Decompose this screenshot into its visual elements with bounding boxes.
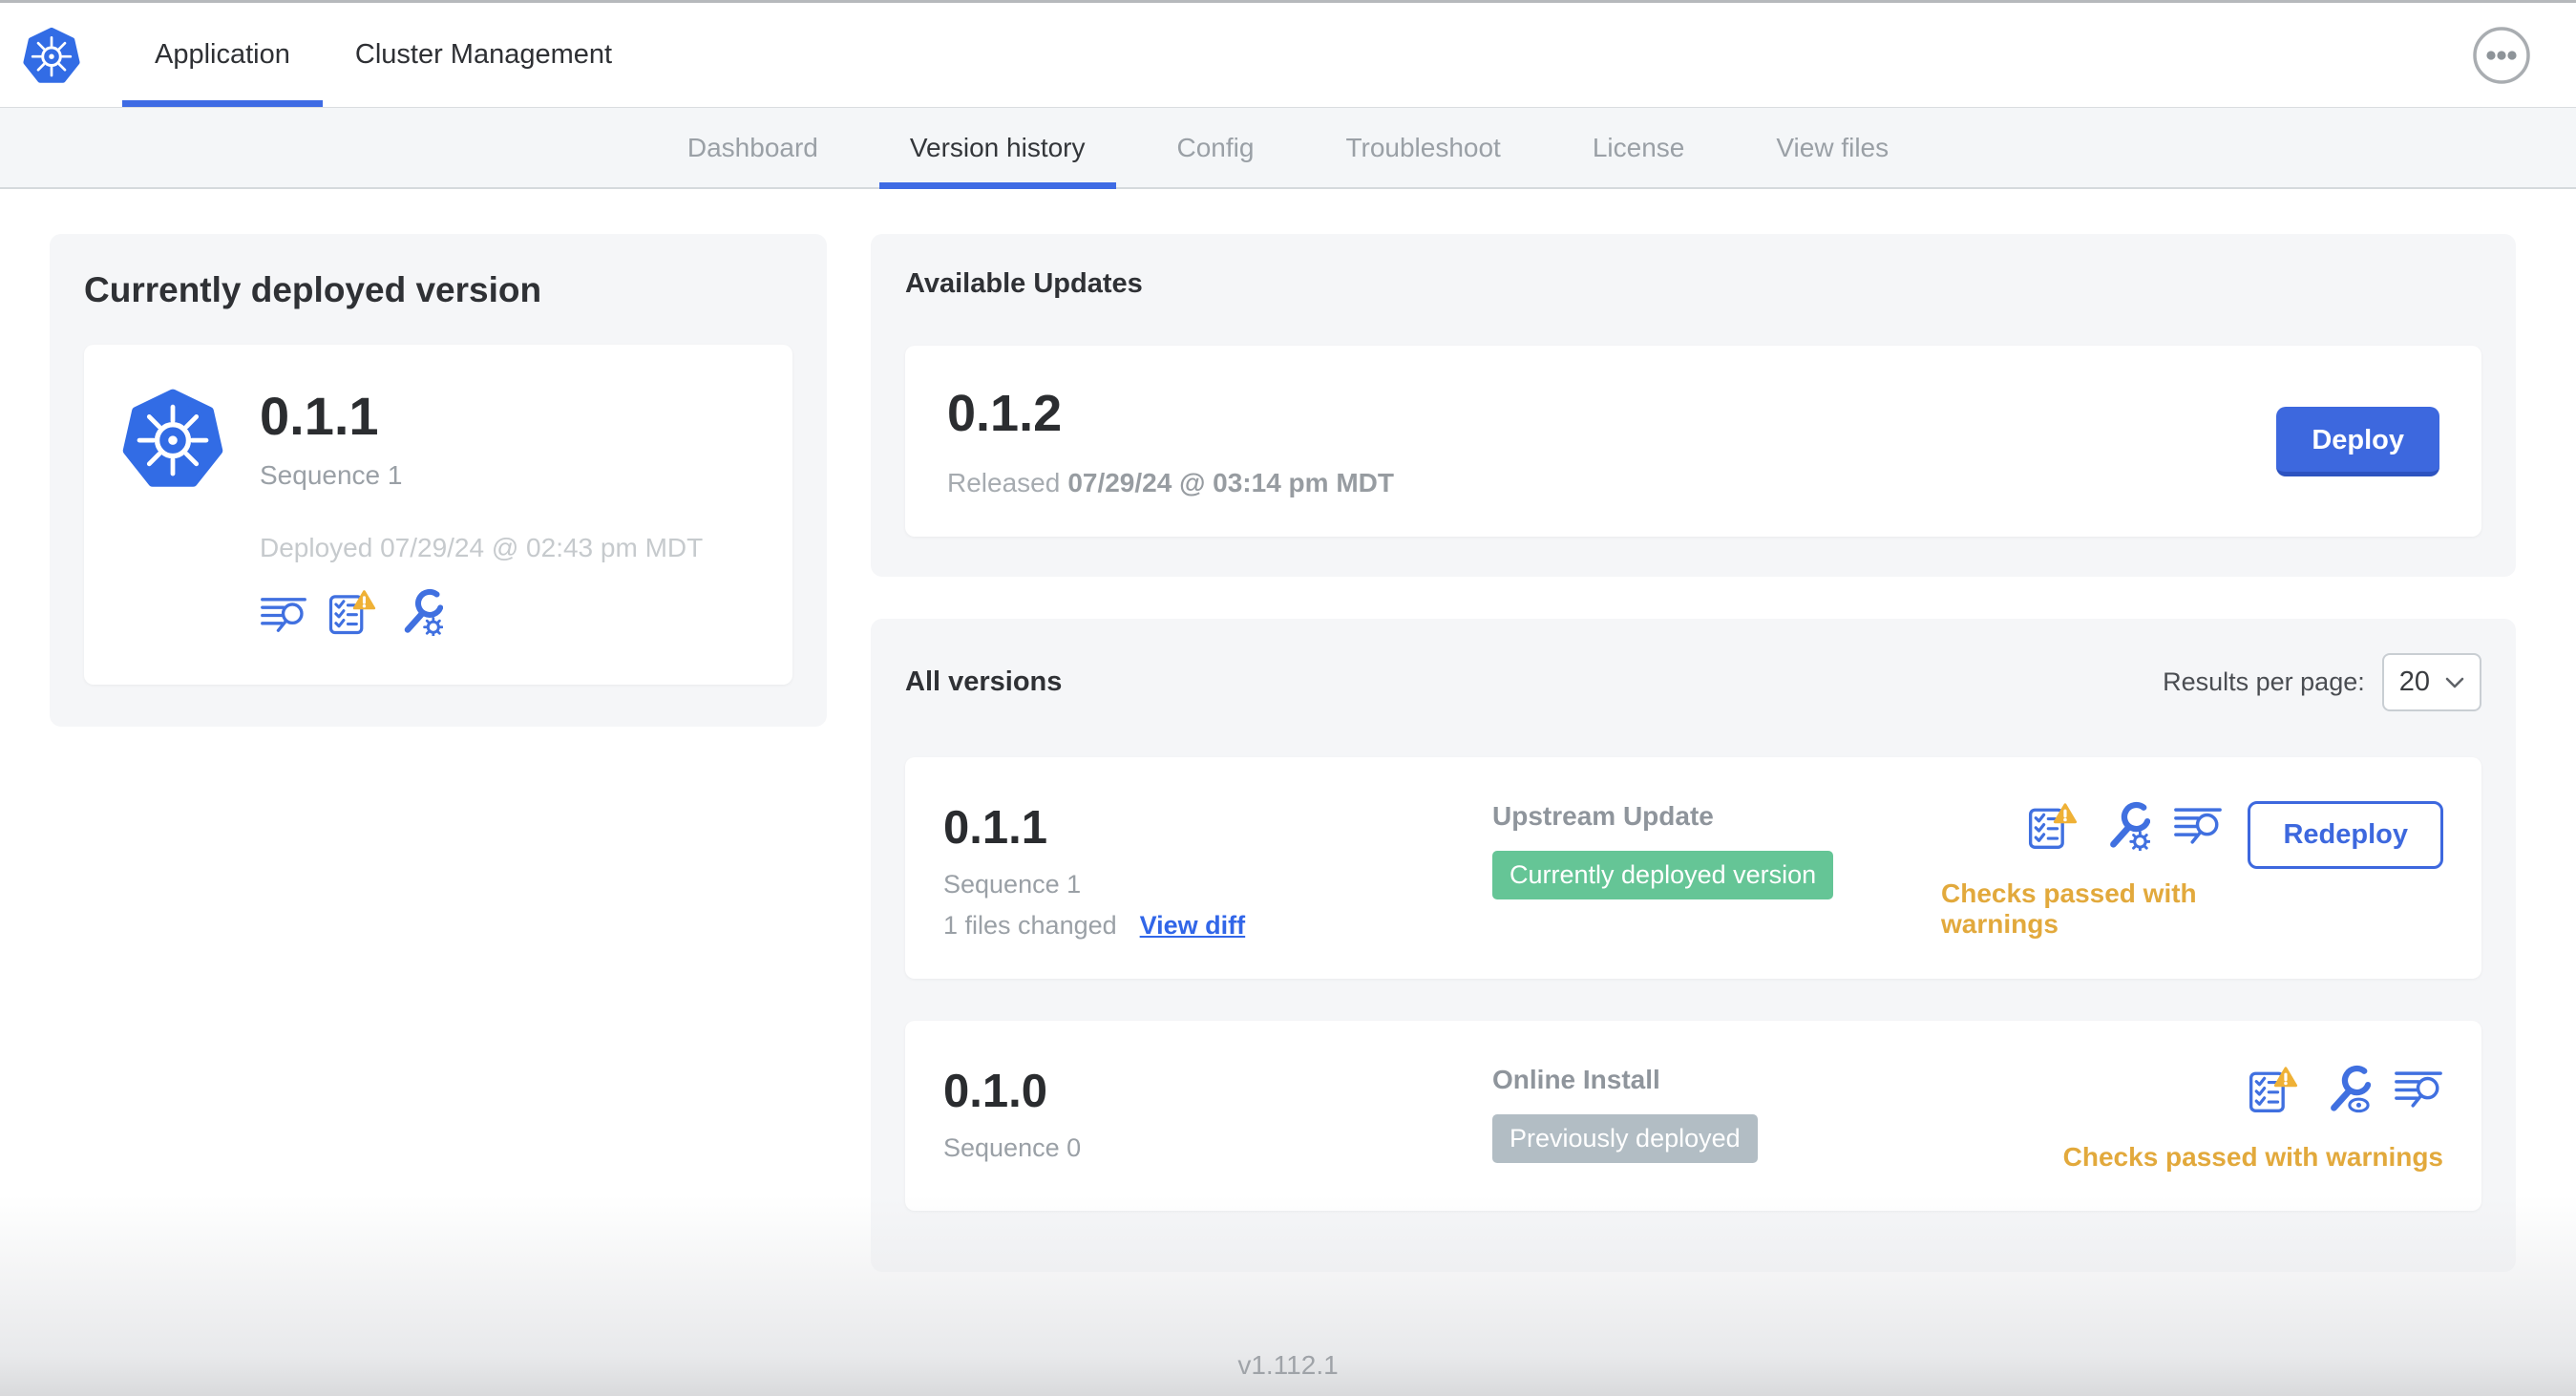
action-icons (2026, 801, 2223, 856)
version-actions: Checks passed with warnings Redeploy (1941, 801, 2443, 940)
deploy-logs-icon[interactable] (260, 595, 307, 641)
update-version-number: 0.1.2 (947, 385, 1063, 442)
overflow-menu-button[interactable] (2471, 25, 2532, 86)
deployed-version-number: 0.1.1 (260, 386, 379, 446)
row-version-number: 0.1.1 (943, 802, 1047, 854)
available-updates-card: Available Updates 0.1.2 Released 07/29/24… (871, 234, 2516, 577)
version-actions: Checks passed with warnings (2063, 1065, 2443, 1173)
preflight-status-link[interactable]: Checks passed with warnings (1941, 878, 2223, 940)
results-per-page-value: 20 (2398, 666, 2430, 697)
status-badge: Currently deployed version (1492, 851, 1834, 899)
currently-deployed-card: Currently deployed version 0.1.1 Sequenc… (50, 234, 827, 727)
currently-deployed-title: Currently deployed version (84, 270, 542, 309)
deployed-version-card: 0.1.1 Sequence 1 Deployed 07/29/24 @ 02:… (84, 345, 792, 685)
tab-version-history[interactable]: Version history (878, 108, 1116, 189)
kubernetes-logo-icon (23, 26, 80, 85)
results-per-page-select[interactable]: 20 (2381, 653, 2481, 711)
ellipsis-icon (2473, 26, 2530, 84)
available-updates-title: Available Updates (905, 268, 1143, 299)
edit-config-icon[interactable] (2101, 801, 2151, 856)
tab-version-history-label: Version history (909, 132, 1086, 162)
tab-config-label: Config (1176, 132, 1255, 162)
tab-view-files[interactable]: View files (1745, 108, 1919, 187)
tab-dashboard[interactable]: Dashboard (657, 108, 849, 187)
released-datetime: 07/29/24 @ 03:14 pm MDT (1067, 468, 1394, 497)
tab-troubleshoot-label: Troubleshoot (1345, 132, 1501, 162)
view-diff-link[interactable]: View diff (1140, 911, 1246, 941)
row-sequence: Sequence 1 (943, 870, 1082, 899)
tab-dashboard-label: Dashboard (686, 132, 818, 162)
action-icons (2247, 1065, 2443, 1119)
app-header: Application Cluster Management (0, 3, 2576, 107)
deployed-actions (260, 588, 703, 641)
tab-troubleshoot[interactable]: Troubleshoot (1315, 108, 1531, 187)
source-label: Upstream Update (1492, 801, 1714, 831)
tab-config[interactable]: Config (1147, 108, 1285, 187)
view-config-icon[interactable] (2321, 1065, 2372, 1119)
main-content: Currently deployed version 0.1.1 Sequenc… (0, 189, 2576, 1272)
chevron-down-icon (2445, 677, 2464, 687)
source-label: Online Install (1492, 1065, 1660, 1094)
app-subnav: Dashboard Version history Config Trouble… (0, 107, 2576, 189)
tab-application[interactable]: Application (122, 3, 323, 107)
deploy-button[interactable]: Deploy (2276, 406, 2439, 476)
redeploy-button[interactable]: Redeploy (2248, 801, 2443, 869)
row-version-number: 0.1.0 (943, 1066, 1047, 1117)
released-prefix: Released (947, 468, 1061, 497)
files-changed-label: 1 files changed (943, 911, 1117, 940)
preflight-checks-warning-icon[interactable] (2247, 1065, 2298, 1119)
checks-column: Checks passed with warnings (1941, 801, 2223, 940)
version-source: Online Install Previously deployed (1492, 1065, 1941, 1163)
deploy-logs-icon[interactable] (2173, 805, 2223, 853)
preflight-checks-warning-icon[interactable] (327, 588, 376, 641)
deployed-sequence: Sequence 1 (260, 460, 403, 490)
edit-config-icon[interactable] (395, 588, 444, 641)
tab-cluster-management-label: Cluster Management (354, 39, 613, 70)
tab-cluster-management[interactable]: Cluster Management (323, 3, 644, 107)
update-released: Released 07/29/24 @ 03:14 pm MDT (947, 468, 1394, 498)
all-versions-title: All versions (905, 666, 1063, 697)
results-per-page-label: Results per page: (2163, 667, 2365, 696)
deploy-logs-icon[interactable] (2394, 1068, 2443, 1116)
checks-column: Checks passed with warnings (2063, 1065, 2443, 1173)
tab-license[interactable]: License (1562, 108, 1716, 187)
row-sequence: Sequence 0 (943, 1133, 1082, 1162)
row-files-changed: 1 files changed View diff (943, 911, 1492, 941)
tab-license-label: License (1592, 132, 1685, 162)
kubernetes-app-icon (122, 385, 223, 492)
preflight-status-link[interactable]: Checks passed with warnings (2063, 1142, 2443, 1173)
tab-view-files-label: View files (1776, 132, 1890, 162)
console-version: v1.112.1 (1237, 1350, 1339, 1380)
version-source: Upstream Update Currently deployed versi… (1492, 801, 1941, 899)
update-row: 0.1.2 Released 07/29/24 @ 03:14 pm MDT De… (905, 346, 2481, 537)
status-badge: Previously deployed (1492, 1114, 1758, 1163)
version-row-0-1-1: 0.1.1 Sequence 1 1 files changed View di… (905, 757, 2481, 979)
all-versions-card: All versions Results per page: 20 0.1.1 … (871, 619, 2516, 1272)
right-column: Available Updates 0.1.2 Released 07/29/24… (871, 234, 2516, 1272)
tab-application-label: Application (155, 39, 290, 70)
version-info: 0.1.0 Sequence 0 (943, 1065, 1492, 1163)
preflight-checks-warning-icon[interactable] (2026, 801, 2078, 856)
version-info: 0.1.1 Sequence 1 1 files changed View di… (943, 801, 1492, 941)
header-tabs: Application Cluster Management (122, 3, 644, 107)
results-per-page: Results per page: 20 (2163, 653, 2481, 711)
version-row-0-1-0: 0.1.0 Sequence 0 Online Install Previous… (905, 1021, 2481, 1211)
all-versions-header: All versions Results per page: 20 (905, 653, 2481, 711)
deployed-timestamp: Deployed 07/29/24 @ 02:43 pm MDT (260, 533, 704, 562)
